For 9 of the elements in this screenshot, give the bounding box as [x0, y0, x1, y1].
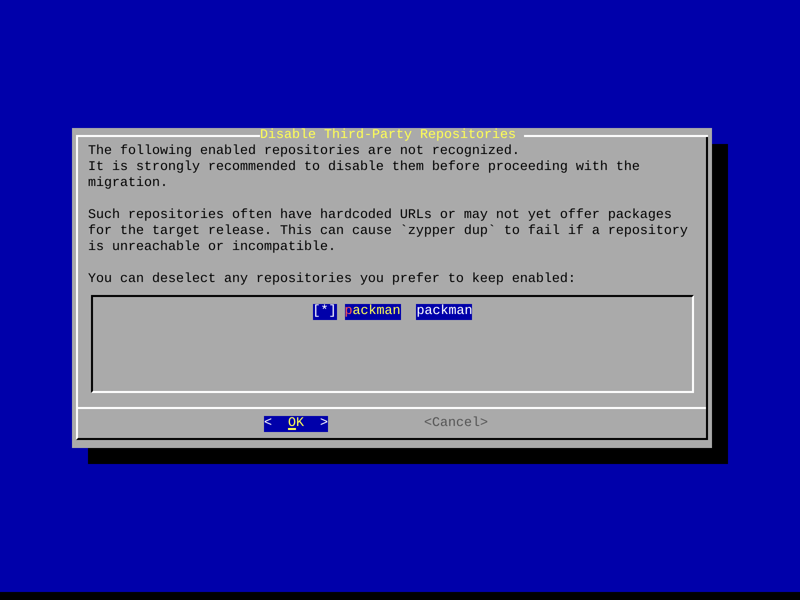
dialog-text: Such repositories often have hardcoded URLs or may not yet offer packages for the target release. This can cause `zypper dup` to fail if a repository is unreachable or incompatible.	[88, 208, 689, 256]
prompt-text: You can deselect any repositories you prefer to keep enabled:	[88, 272, 577, 288]
list-item[interactable]: packman	[344, 304, 400, 320]
checkbox[interactable]: [*]	[312, 304, 337, 320]
dialog-title: Disable Third-Party Repositories	[260, 128, 517, 144]
list-item-label: packman	[416, 304, 472, 320]
ok-button[interactable]: < OK >	[264, 416, 328, 432]
dialog-text: It is strongly recommended to disable them before proceeding with the migration.	[88, 160, 641, 192]
dialog-text: The following enabled repositories are not recognized.	[88, 144, 521, 160]
